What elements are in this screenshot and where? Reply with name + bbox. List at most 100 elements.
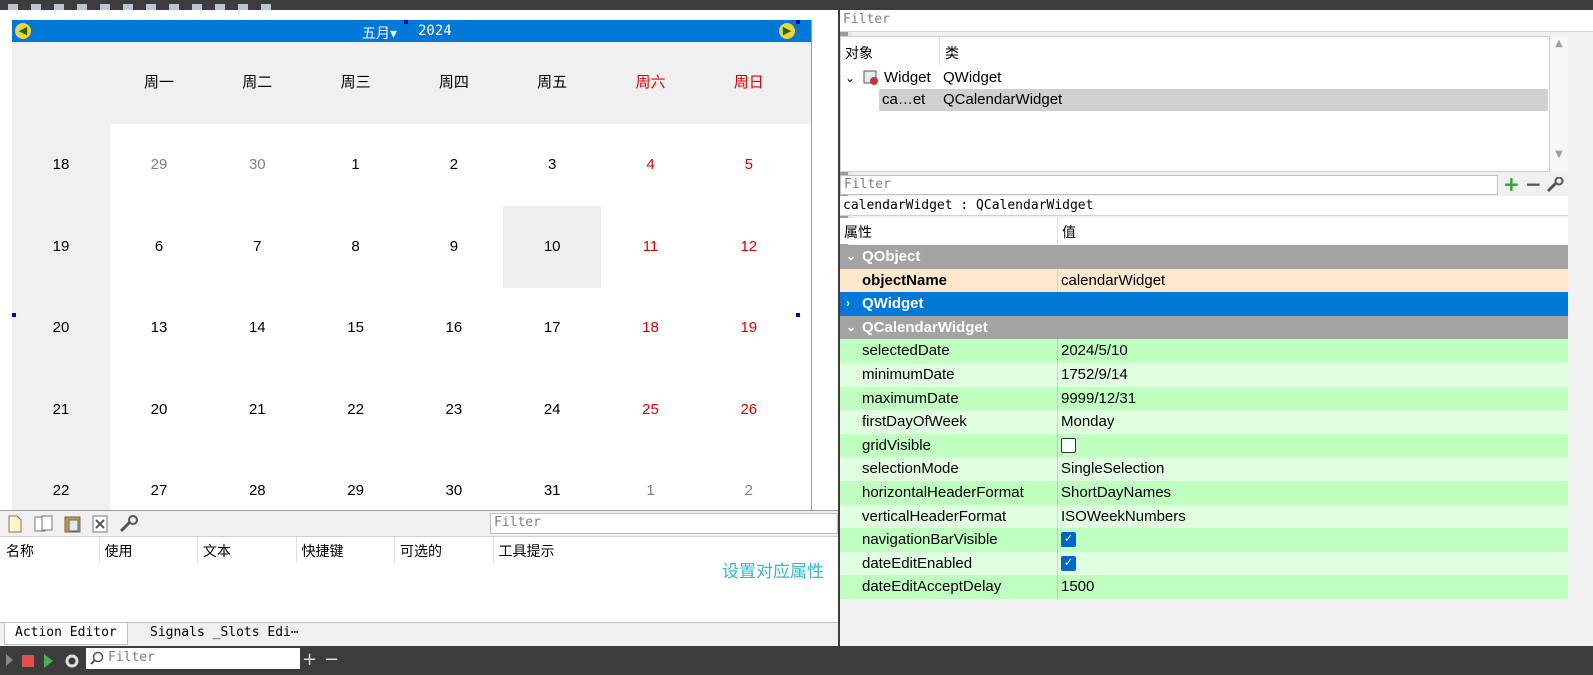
debug-icon[interactable]: [44, 654, 53, 668]
tree-row-widget[interactable]: ⌄ Widget QWidget: [841, 67, 1549, 89]
calendar-day-cell[interactable]: 30: [208, 124, 306, 206]
group-qobject[interactable]: ⌄ QObject: [840, 245, 1568, 269]
property-row-dateEditAcceptDelay[interactable]: dateEditAcceptDelay 1500: [840, 575, 1568, 599]
calendar-day-cell[interactable]: 25: [602, 369, 700, 451]
calendar-day-cell[interactable]: 2: [700, 450, 798, 510]
property-row-dateEditEnabled[interactable]: dateEditEnabled ✓: [840, 551, 1568, 576]
property-value[interactable]: Monday: [1061, 410, 1114, 433]
calendar-day-cell[interactable]: 10: [503, 205, 602, 288]
calendar-day-cell[interactable]: 20: [110, 369, 208, 451]
delete-action-icon[interactable]: [92, 515, 110, 533]
group-qcalendarwidget[interactable]: ⌄ QCalendarWidget: [840, 315, 1568, 340]
property-row-selectionMode[interactable]: selectionMode SingleSelection: [840, 457, 1568, 481]
property-row-objectName[interactable]: objectName calendarWidget: [840, 268, 1568, 293]
action-column-header[interactable]: 快捷键: [302, 541, 344, 561]
calendar-day-cell[interactable]: 1: [602, 450, 700, 510]
next-month-arrow-icon[interactable]: ▶: [779, 23, 795, 39]
month-selector[interactable]: 五月▾: [362, 23, 397, 43]
property-row-gridVisible[interactable]: gridVisible: [840, 433, 1568, 458]
calendar-day-cell[interactable]: 3: [503, 124, 601, 206]
tab-signals-slots-editor[interactable]: Signals _Slots Edi⋯: [140, 623, 309, 645]
selection-handle[interactable]: [404, 20, 408, 24]
new-action-icon[interactable]: [8, 515, 26, 533]
selection-handle[interactable]: [12, 313, 16, 317]
property-filter-input[interactable]: Filter: [840, 175, 1498, 195]
gear-icon[interactable]: [65, 654, 79, 668]
property-value[interactable]: 1500: [1061, 575, 1094, 598]
calendar-day-cell[interactable]: 27: [110, 450, 208, 510]
property-value[interactable]: SingleSelection: [1061, 457, 1164, 480]
calendar-day-cell[interactable]: 17: [503, 287, 601, 369]
calendar-day-cell[interactable]: 16: [405, 287, 503, 369]
configure-wrench-icon[interactable]: [118, 515, 138, 533]
calendar-day-cell[interactable]: 26: [700, 369, 798, 451]
calendar-day-cell[interactable]: 19: [700, 287, 798, 369]
calendar-day-cell[interactable]: 28: [208, 450, 306, 510]
calendar-day-cell[interactable]: 4: [602, 124, 700, 206]
property-table[interactable]: ⌄ QObject objectName calendarWidget › QWidget…: [840, 245, 1568, 600]
property-row-horizontalHeaderFormat[interactable]: horizontalHeaderFormat ShortDayNames: [840, 481, 1568, 505]
selection-handle[interactable]: [796, 20, 800, 24]
action-column-header[interactable]: 工具提示: [499, 541, 555, 561]
paste-action-icon[interactable]: [64, 515, 82, 533]
calendar-day-cell[interactable]: 8: [307, 206, 405, 288]
object-inspector-tree[interactable]: 对象 类 ⌄ Widget QWidget ca…et QCalendarWid…: [840, 36, 1550, 172]
calendar-day-cell[interactable]: 13: [110, 287, 208, 369]
calendar-widget[interactable]: ◀ 五月▾ 2024 ▶ 周一 周二 周三 周四 周五 周六 周日 18 29 30 1 2 3 4 5 1…: [12, 20, 812, 510]
group-qwidget[interactable]: › QWidget: [840, 292, 1568, 316]
selection-handle[interactable]: [796, 313, 800, 317]
action-column-header[interactable]: 可选的: [400, 541, 442, 561]
calendar-day-cell[interactable]: 12: [700, 206, 798, 288]
property-value[interactable]: 9999/12/31: [1061, 387, 1136, 410]
property-row-maximumDate[interactable]: maximumDate 9999/12/31: [840, 386, 1568, 411]
calendar-day-cell[interactable]: 23: [405, 369, 503, 451]
object-tree-scrollbar[interactable]: ▲ ▼: [1550, 36, 1568, 172]
copy-action-icon[interactable]: [34, 515, 53, 533]
calendar-day-cell[interactable]: 30: [405, 450, 503, 510]
calendar-day-cell[interactable]: 7: [208, 206, 306, 288]
action-table[interactable]: 名称 使用 文本 快捷键 可选的 工具提示: [0, 536, 838, 622]
calendar-day-cell[interactable]: 29: [307, 450, 405, 510]
calendar-day-cell[interactable]: 9: [405, 206, 503, 288]
calendar-day-cell[interactable]: 31: [503, 450, 601, 510]
calendar-day-cell[interactable]: 1: [307, 124, 405, 206]
property-row-firstDayOfWeek[interactable]: firstDayOfWeek Monday: [840, 410, 1568, 434]
calendar-day-cell[interactable]: 24: [503, 369, 601, 451]
calendar-day-cell[interactable]: 5: [700, 124, 798, 206]
property-row-selectedDate[interactable]: selectedDate 2024/5/10: [840, 339, 1568, 363]
property-row-navigationBarVisible[interactable]: navigationBarVisible ✓: [840, 528, 1568, 552]
calendar-day-cell[interactable]: 14: [208, 287, 306, 369]
property-value[interactable]: ShortDayNames: [1061, 481, 1171, 504]
property-checkbox[interactable]: ✓: [1061, 555, 1076, 571]
calendar-day-cell[interactable]: 29: [110, 124, 208, 206]
property-checkbox[interactable]: [1061, 437, 1076, 453]
prev-month-arrow-icon[interactable]: ◀: [15, 23, 31, 39]
stop-icon[interactable]: [22, 655, 34, 667]
calendar-day-cell[interactable]: 15: [307, 287, 405, 369]
action-filter-input[interactable]: Filter: [490, 513, 838, 534]
remove-icon[interactable]: −: [324, 649, 339, 670]
calendar-day-cell[interactable]: 2: [405, 124, 503, 206]
scroll-up-icon[interactable]: ▲: [1550, 38, 1568, 49]
action-column-header[interactable]: 名称: [6, 541, 34, 561]
object-filter-input[interactable]: Filter: [840, 10, 1593, 32]
remove-property-icon[interactable]: −: [1525, 172, 1542, 196]
chevron-right-icon[interactable]: ›: [846, 292, 850, 315]
locator-filter-input[interactable]: Filter: [86, 648, 300, 669]
calendar-day-cell[interactable]: 21: [208, 369, 306, 451]
property-row-minimumDate[interactable]: minimumDate 1752/9/14: [840, 363, 1568, 387]
property-value[interactable]: ISOWeekNumbers: [1061, 505, 1186, 528]
calendar-day-cell[interactable]: 6: [110, 206, 208, 288]
action-column-header[interactable]: 使用: [105, 541, 133, 561]
year-label[interactable]: 2024: [418, 23, 452, 39]
calendar-day-cell[interactable]: 11: [602, 206, 700, 288]
add-dynamic-property-icon[interactable]: +: [1503, 172, 1520, 196]
tab-action-editor[interactable]: Action Editor: [4, 623, 128, 645]
scroll-down-icon[interactable]: ▼: [1550, 149, 1568, 160]
play-icon[interactable]: [6, 654, 13, 666]
property-value[interactable]: 1752/9/14: [1061, 363, 1128, 386]
calendar-day-cell[interactable]: 22: [307, 369, 405, 451]
property-row-verticalHeaderFormat[interactable]: verticalHeaderFormat ISOWeekNumbers: [840, 504, 1568, 529]
calendar-day-cell[interactable]: 18: [602, 287, 700, 369]
configure-wrench-icon[interactable]: [1546, 177, 1564, 193]
